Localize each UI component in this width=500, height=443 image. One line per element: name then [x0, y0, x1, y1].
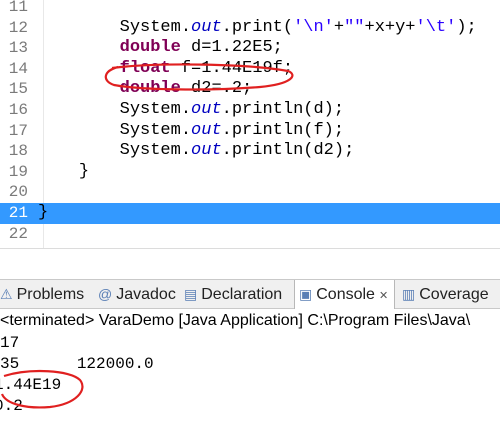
- code-line: 14 float f=1.44E19f;: [0, 59, 500, 80]
- line-number: 14: [8, 59, 28, 78]
- line-number: 18: [8, 142, 28, 161]
- code-line: 12 System.out.print('\n'+""+x+y+'\t');: [0, 18, 500, 39]
- line-number: 13: [8, 39, 28, 58]
- tab-console[interactable]: ▣ Console ✕: [294, 280, 396, 309]
- problems-icon: ⚠: [0, 286, 13, 302]
- console-output-line: 0.2: [0, 397, 23, 415]
- code-line: 16 System.out.println(d);: [0, 100, 500, 121]
- view-tab-bar: ⚠ Problems @ Javadoc ▤ Declaration ▣ Console…: [0, 279, 500, 309]
- line-number: 20: [8, 183, 28, 202]
- code-lines: 11 12 System.out.print('\n'+""+x+y+'\t')…: [0, 0, 500, 244]
- code-text: double d=1.22E5;: [119, 38, 283, 58]
- console-header: <terminated> VaraDemo [Java Application]…: [0, 312, 471, 329]
- code-line: 17 System.out.println(f);: [0, 121, 500, 142]
- console-output-line: 17: [0, 334, 20, 352]
- code-text: }: [78, 161, 90, 181]
- line-number: 11: [8, 0, 28, 16]
- code-text: double d2=.2;: [119, 79, 253, 99]
- line-number: 15: [8, 80, 28, 99]
- coverage-icon: ▥: [402, 286, 416, 302]
- code-text: float f=1.44E19f;: [119, 58, 294, 78]
- code-text: }: [38, 202, 49, 222]
- code-line: 15 double d2=.2;: [0, 79, 500, 100]
- code-text: System.out.println(f);: [119, 120, 345, 140]
- javadoc-icon: @: [98, 286, 113, 302]
- line-number: 16: [8, 100, 28, 119]
- code-line: 20: [0, 182, 500, 203]
- code-line: 13 double d=1.22E5;: [0, 38, 500, 59]
- code-text: System.out.print('\n'+""+x+y+'\t');: [119, 17, 477, 37]
- close-icon[interactable]: ✕: [379, 290, 388, 302]
- line-number: 12: [8, 18, 28, 37]
- code-text: System.out.println(d2);: [119, 141, 355, 161]
- line-number: 21: [8, 203, 28, 222]
- line-number: 19: [8, 162, 28, 181]
- code-line-selected[interactable]: 21 }: [0, 202, 500, 224]
- tab-coverage[interactable]: ▥ Coverage: [402, 280, 489, 309]
- code-line: 18 System.out.println(d2);: [0, 141, 500, 162]
- code-line: 22: [0, 224, 500, 245]
- code-line: 11: [0, 0, 500, 18]
- tab-declaration[interactable]: ▤ Declaration: [184, 280, 282, 309]
- code-line: 19 }: [0, 162, 500, 183]
- line-number: 17: [8, 121, 28, 140]
- console-output-line: 1.44E19: [0, 376, 62, 394]
- console-view[interactable]: <terminated> VaraDemo [Java Application]…: [0, 310, 500, 443]
- tab-javadoc[interactable]: @ Javadoc: [98, 280, 176, 309]
- code-text: System.out.println(d);: [119, 99, 345, 119]
- console-icon: ▣: [299, 286, 313, 302]
- horizontal-scrollbar[interactable]: ◀: [0, 248, 500, 250]
- code-editor[interactable]: 11 12 System.out.print('\n'+""+x+y+'\t')…: [0, 0, 500, 250]
- console-output-line: 35 122000.0: [0, 355, 154, 373]
- tab-problems[interactable]: ⚠ Problems: [0, 280, 84, 309]
- line-number: 22: [8, 224, 28, 243]
- declaration-icon: ▤: [184, 286, 198, 302]
